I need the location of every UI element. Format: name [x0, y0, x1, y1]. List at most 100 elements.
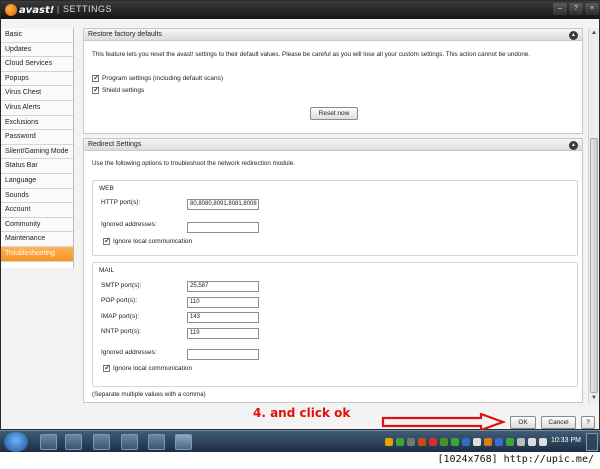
redirect-description: Use the following options to troubleshoo…	[92, 160, 296, 167]
web-ignore-local-option[interactable]: Ignore local communication	[103, 236, 193, 245]
sidebar-item-virus-alerts[interactable]: Virus Alerts	[1, 100, 73, 116]
web-group: WEB HTTP port(s): 80,8080,8091,8081,8008…	[92, 180, 578, 256]
sidebar-item-status-bar[interactable]: Status Bar	[1, 159, 73, 174]
vertical-scrollbar[interactable]: ▲ ▼	[588, 28, 599, 403]
web-ignore-local-checkbox[interactable]	[103, 236, 111, 245]
network-icon[interactable]	[528, 438, 536, 446]
reset-now-button[interactable]: Reset now	[310, 107, 358, 120]
separate-values-note: (Separate multiple values with a comma)	[92, 391, 206, 398]
media-player-taskbar-icon[interactable]	[93, 434, 110, 450]
mail-ignored-addresses-input[interactable]	[187, 349, 259, 360]
tray-icon-2[interactable]	[396, 438, 404, 446]
title-separator: |	[57, 5, 60, 14]
restore-panel-title: Restore factory defaults	[88, 31, 162, 38]
annotation-arrow-icon	[381, 413, 507, 431]
explorer-taskbar-icon[interactable]	[65, 434, 82, 450]
help-button-titlebar[interactable]: ?	[569, 3, 583, 15]
tutorial-annotation: 4. and click ok	[253, 406, 351, 420]
sidebar-item-cloud-services[interactable]: Cloud Services	[1, 57, 73, 72]
tray-icon-13[interactable]	[517, 438, 525, 446]
brand-text: avast!	[19, 4, 55, 16]
sidebar-item-password[interactable]: Password	[1, 130, 73, 145]
tray-icon-10[interactable]	[484, 438, 492, 446]
restore-description: This feature lets you reset the avast! s…	[92, 51, 531, 58]
imap-ports-input[interactable]: 143	[187, 312, 259, 323]
tray-icon-4[interactable]	[418, 438, 426, 446]
web-ignored-addresses-input[interactable]	[187, 222, 259, 233]
redirect-settings-panel: Redirect Settings ▲ Use the following op…	[83, 138, 583, 403]
sidebar-item-silent-gaming-mode[interactable]: Silent/Gaming Mode	[1, 144, 73, 160]
http-ports-input[interactable]: 80,8080,8091,8081,8008	[187, 199, 259, 210]
sidebar-item-popups[interactable]: Popups	[1, 71, 73, 87]
taskbar-clock[interactable]: 10:33 PM	[551, 437, 581, 444]
sidebar-item-sounds[interactable]: Sounds	[1, 188, 73, 204]
show-desktop-button[interactable]	[586, 433, 598, 451]
window-title: SETTINGS	[63, 4, 113, 14]
program-settings-label: Program settings (including default scan…	[102, 75, 224, 82]
smtp-ports-input[interactable]: 25,587	[187, 281, 259, 292]
watermark-bar: [1024x768] http://upic.me/	[0, 452, 600, 469]
ie-taskbar-icon[interactable]	[40, 434, 57, 450]
shield-settings-option[interactable]: Shield settings	[92, 85, 145, 94]
sidebar-item-maintenance[interactable]: Maintenance	[1, 232, 73, 247]
nntp-ports-input[interactable]: 119	[187, 328, 259, 339]
sidebar-item-exclusions[interactable]: Exclusions	[1, 115, 73, 131]
cancel-button[interactable]: Cancel	[541, 416, 576, 429]
start-orb-icon[interactable]	[4, 432, 28, 452]
restore-defaults-panel: Restore factory defaults ▲ This feature …	[83, 28, 583, 134]
tray-icon-1[interactable]	[385, 438, 393, 446]
sidebar-item-account[interactable]: Account	[1, 203, 73, 218]
window-controls: – ? ×	[553, 3, 599, 15]
windows-taskbar: 10:33 PM	[0, 430, 600, 452]
tray-icon-9[interactable]	[473, 438, 481, 446]
collapse-up-icon[interactable]: ▲	[569, 141, 578, 150]
volume-icon[interactable]	[539, 438, 547, 446]
mail-ignore-local-option[interactable]: Ignore local communication	[103, 363, 193, 372]
imap-ports-label: IMAP port(s):	[101, 313, 140, 320]
shield-settings-label: Shield settings	[102, 87, 145, 94]
firefox-taskbar-icon[interactable]	[121, 434, 138, 450]
sidebar-item-language[interactable]: Language	[1, 173, 73, 189]
sidebar-item-virus-chest[interactable]: Virus Chest	[1, 86, 73, 101]
program-settings-checkbox[interactable]	[92, 73, 100, 82]
utorrent-taskbar-icon[interactable]	[148, 434, 165, 450]
mail-ignore-local-label: Ignore local communication	[113, 365, 193, 372]
restore-panel-header[interactable]: Restore factory defaults ▲	[84, 29, 582, 41]
redirect-panel-header[interactable]: Redirect Settings ▲	[84, 139, 582, 151]
nntp-ports-label: NNTP port(s):	[101, 328, 141, 335]
watermark-text: [1024x768] http://upic.me/	[437, 454, 594, 465]
mail-ignored-addresses-label: Ignored addresses:	[101, 349, 157, 356]
shield-settings-checkbox[interactable]	[92, 85, 100, 94]
scroll-down-icon[interactable]: ▼	[589, 393, 599, 403]
tray-icon-11[interactable]	[495, 438, 503, 446]
ok-button[interactable]: OK	[510, 416, 536, 429]
tray-icon-3[interactable]	[407, 438, 415, 446]
settings-sidebar: Basic Updates Cloud Services Popups Viru…	[1, 28, 74, 268]
mail-group-title: MAIL	[99, 267, 115, 274]
tray-icon-7[interactable]	[451, 438, 459, 446]
collapse-up-icon[interactable]: ▲	[569, 31, 578, 40]
sidebar-item-troubleshooting[interactable]: Troubleshooting	[1, 246, 73, 262]
minimize-button[interactable]: –	[553, 3, 567, 15]
web-group-title: WEB	[99, 185, 114, 192]
web-ignore-local-label: Ignore local communication	[113, 238, 193, 245]
mail-group: MAIL SMTP port(s): 25,587 POP port(s): 1…	[92, 262, 578, 387]
pop-ports-input[interactable]: 110	[187, 297, 259, 308]
title-bar: avast! | SETTINGS – ? ×	[1, 1, 600, 19]
sidebar-item-basic[interactable]: Basic	[1, 28, 73, 43]
tray-icon-12[interactable]	[506, 438, 514, 446]
avast-ball-icon	[5, 4, 17, 16]
program-settings-option[interactable]: Program settings (including default scan…	[92, 73, 224, 82]
tray-icon-6[interactable]	[440, 438, 448, 446]
scroll-thumb[interactable]	[590, 138, 598, 393]
sidebar-item-updates[interactable]: Updates	[1, 42, 73, 58]
scroll-up-icon[interactable]: ▲	[589, 28, 599, 38]
tray-icon-5[interactable]	[429, 438, 437, 446]
mail-ignore-local-checkbox[interactable]	[103, 363, 111, 372]
close-button[interactable]: ×	[585, 3, 599, 15]
web-ignored-addresses-label: Ignored addresses:	[101, 221, 157, 228]
tray-icon-8[interactable]	[462, 438, 470, 446]
avast-taskbar-icon[interactable]	[175, 434, 192, 450]
help-button[interactable]: ?	[581, 416, 595, 429]
sidebar-item-community[interactable]: Community	[1, 217, 73, 233]
